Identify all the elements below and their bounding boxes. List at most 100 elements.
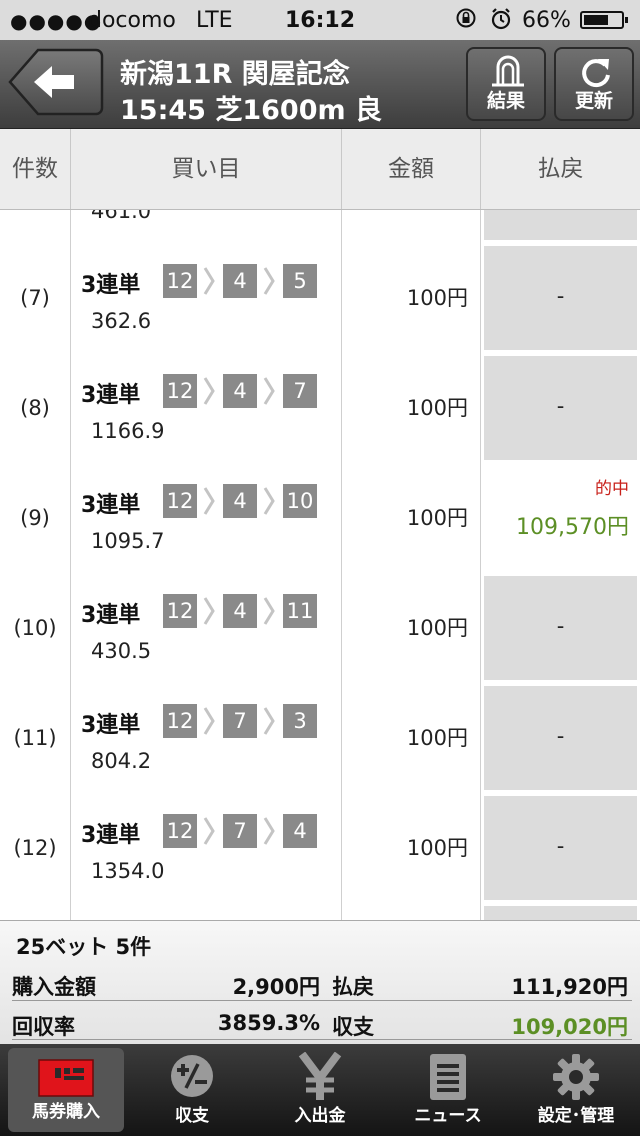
bet-cell: 3連単 12 4 11 430.5 [71,573,341,683]
bet-type: 3連単 [81,713,141,738]
tab-label: 収支 [175,1106,209,1126]
payout-cell: - [484,576,637,680]
horse-number-badge: 4 [223,594,257,628]
chevron-right-icon [203,377,215,405]
chevron-right-icon [203,487,215,515]
odds-value: 430.5 [91,639,152,663]
chevron-right-icon [203,267,215,295]
back-button[interactable] [8,48,104,116]
tab-label: 設定･管理 [537,1106,615,1126]
status-bar: ●●●●● docomo LTE 16:12 66% [0,0,640,40]
bets-count: 25ベット 5件 [16,935,152,959]
bet-cell: 3連単 12 7 4 1354.0 [71,793,341,903]
horse-number-badge: 3 [283,704,317,738]
bet-cell: 3連単 12 4 7 1166.9 [71,353,341,463]
horse-number-badge: 7 [223,704,257,738]
table-row-partial-bottom[interactable] [0,903,640,920]
tab-ticket-purchase[interactable]: 馬券購入 [8,1048,124,1132]
tab-settings[interactable]: 設定･管理 [512,1044,640,1136]
plus-minus-icon [171,1055,213,1097]
table-row[interactable]: (8) 3連単 12 4 7 1166.9 100円 - [0,353,640,464]
column-header-amount: 金額 [388,156,434,182]
horse-number-badge: 7 [223,814,257,848]
row-count: (9) [20,506,50,530]
horse-number-badge: 12 [163,374,197,408]
rotation-lock-icon [456,8,476,28]
payout-cell: - [484,246,637,350]
tab-balance[interactable]: 収支 [128,1044,256,1136]
table-row[interactable]: (12) 3連単 12 7 4 1354.0 100円 - [0,793,640,904]
payout-value: - [556,614,565,638]
purchase-value: 2,900円 [232,975,320,999]
chevron-right-icon [203,707,215,735]
refresh-icon [582,59,610,88]
tab-label: 馬券購入 [32,1102,100,1122]
table-header: 件数 買い目 金額 払戻 [0,129,640,210]
payout-cell [484,210,637,240]
chevron-right-icon [263,817,275,845]
horse-number-badge: 5 [283,264,317,298]
return-rate-label: 回収率 [12,1015,75,1039]
horse-number-badge: 12 [163,704,197,738]
odds-value: 804.2 [91,749,152,773]
battery-icon [580,11,628,29]
row-count: (11) [13,726,57,750]
odds-value: 1354.0 [91,859,165,883]
table-row[interactable]: (10) 3連単 12 4 11 430.5 100円 - [0,573,640,684]
bet-type: 3連単 [81,383,141,408]
bet-amount: 100円 [406,396,468,420]
return-rate-value: 3859.3% [217,1011,320,1035]
bet-cell: 3連単 12 4 5 362.6 [71,243,341,353]
chevron-right-icon [203,817,215,845]
table-row[interactable]: (9) 3連単 12 4 10 1095.7 100円 的中 109,570円 [0,463,640,574]
payout-label: 払戻 [332,975,374,999]
ticket-icon [38,1059,94,1097]
refresh-label: 更新 [574,90,613,112]
odds-value: 461.0 [91,210,152,223]
bet-type: 3連単 [81,273,141,298]
horse-number-badge: 12 [163,484,197,518]
row-count: (10) [13,616,57,640]
bet-list[interactable]: 461.0 (7) 3連単 12 4 5 362.6 100円 - (8) 3連単 12 4 7 1166… [0,210,640,920]
bet-cell: 3連単 12 4 10 1095.7 [71,463,341,573]
odds-value: 362.6 [91,309,152,333]
bet-amount: 100円 [406,726,468,750]
column-header-count: 件数 [12,156,58,182]
payout-value: - [556,834,565,858]
payout-value: - [556,394,565,418]
table-row-partial[interactable]: 461.0 [0,210,640,244]
chevron-right-icon [203,597,215,625]
payout-cell [484,906,637,920]
bet-type: 3連単 [81,603,141,628]
tab-news[interactable]: ニュース [384,1044,512,1136]
tab-label: ニュース [414,1106,482,1126]
column-header-payout: 払戻 [537,156,584,182]
results-button[interactable]: 結果 [466,47,546,121]
battery-percent: 66% [522,8,571,33]
table-row[interactable]: (11) 3連単 12 7 3 804.2 100円 - [0,683,640,794]
row-count: (12) [13,836,57,860]
payout-value: - [556,724,565,748]
table-row[interactable]: (7) 3連単 12 4 5 362.6 100円 - [0,243,640,354]
horse-number-badge: 4 [223,484,257,518]
tab-label: 入出金 [294,1106,346,1126]
tab-deposit-withdraw[interactable]: 入出金 [256,1044,384,1136]
horse-number-badge: 4 [223,264,257,298]
bet-amount: 100円 [406,836,468,860]
race-info: 15:45 芝1600m 良 [120,95,383,126]
odds-value: 1095.7 [91,529,165,553]
odds-value: 1166.9 [91,419,165,443]
chevron-right-icon [263,377,275,405]
refresh-button[interactable]: 更新 [554,47,634,121]
horse-number-badge: 12 [163,264,197,298]
bet-amount: 100円 [406,616,468,640]
bet-amount: 100円 [406,286,468,310]
horse-number-badge: 4 [283,814,317,848]
chevron-right-icon [263,487,275,515]
nav-bar: 新潟11R 関屋記念 15:45 芝1600m 良 結果 更新 [0,40,640,129]
tab-bar: 馬券購入 収支 入出金 ニュース 設定･管理 [0,1044,640,1136]
payout-value: - [556,284,565,308]
gear-icon [553,1054,599,1100]
payout-cell: - [484,796,637,900]
yen-icon [298,1052,342,1100]
